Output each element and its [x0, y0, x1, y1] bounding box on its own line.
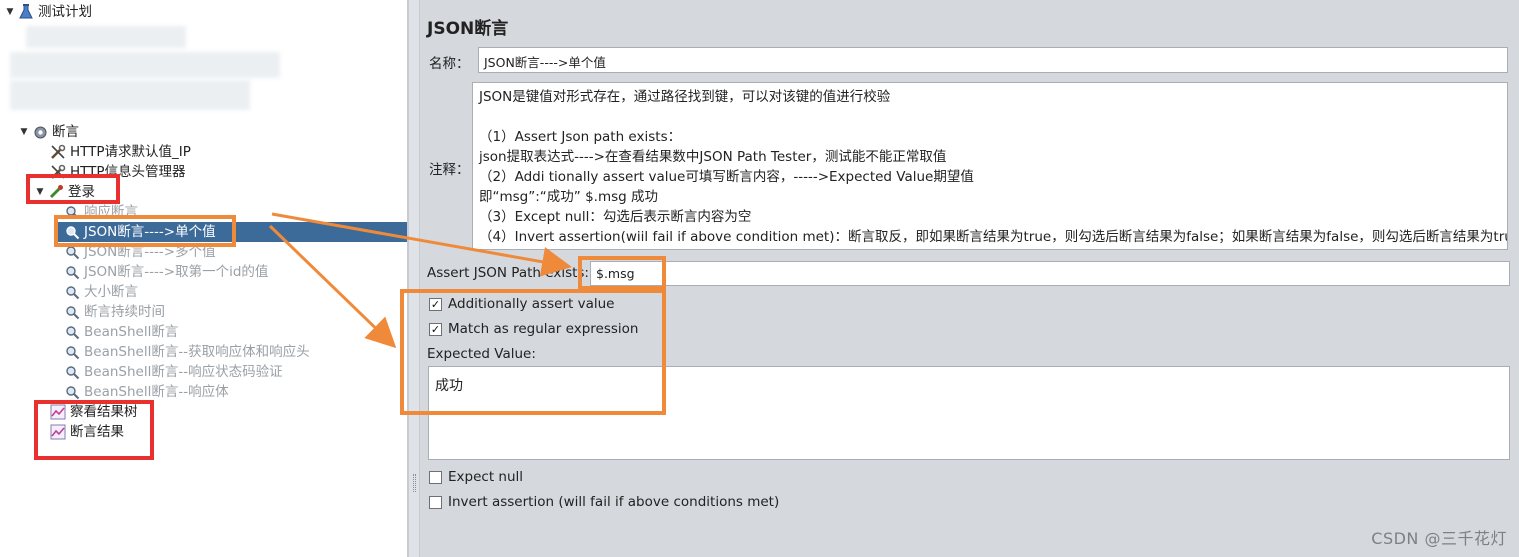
redacted-area [10, 52, 280, 78]
additionally-assert-checkbox[interactable]: ✓ Additionally assert value [429, 296, 614, 312]
magnifier-icon [64, 264, 80, 280]
tree-node-label: 大小断言 [84, 284, 138, 300]
wrench-icon [50, 164, 66, 180]
tree-node-label: 断言 [52, 124, 79, 140]
comment-label: 注释： [429, 162, 470, 178]
magnifier-icon [64, 384, 80, 400]
expected-value-text: 成功 [435, 378, 463, 394]
redacted-area [10, 80, 250, 110]
tree-node-label: 断言持续时间 [84, 304, 165, 320]
tree-node-beanshell-body-header[interactable]: BeanShell断言--获取响应体和响应头 [64, 342, 310, 362]
checkbox-unchecked-icon[interactable] [429, 495, 442, 509]
name-field[interactable]: JSON断言---->单个值 [478, 47, 1508, 73]
magnifier-icon [64, 344, 80, 360]
tree-node-beanshell[interactable]: BeanShell断言 [64, 322, 178, 342]
comment-line: 即“msg”:“成功” $.msg 成功 [479, 189, 658, 205]
comment-line: （2）Addi tionally assert value可填写断言内容，---… [479, 169, 974, 185]
test-plan-tree[interactable]: ▼ 测试计划 ▼ 断言 HTTP请求默认值_IP HTTP信息头管理器 ▼ 登录 [0, 0, 408, 557]
tree-node-label: 响应断言 [84, 204, 138, 220]
name-label: 名称： [429, 56, 470, 72]
tree-node-label: JSON断言---->多个值 [84, 244, 216, 260]
tree-node-label: 察看结果树 [70, 404, 138, 420]
json-path-input[interactable]: $.msg [590, 261, 1510, 286]
tree-node-label: HTTP请求默认值_IP [70, 144, 191, 160]
comment-line: （1）Assert Json path exists： [479, 129, 682, 145]
tree-node-json-first-id[interactable]: JSON断言---->取第一个id的值 [64, 262, 268, 282]
tree-node-duration-assertion[interactable]: 断言持续时间 [64, 302, 165, 322]
name-field-value: JSON断言---->单个值 [484, 55, 606, 70]
tree-node-http-defaults[interactable]: HTTP请求默认值_IP [50, 142, 191, 162]
magnifier-icon [64, 364, 80, 380]
checkbox-label: Invert assertion (will fail if above con… [448, 494, 780, 510]
checkbox-label: Match as regular expression [448, 321, 639, 337]
tree-node-json-single-selected[interactable]: JSON断言---->单个值 [58, 222, 407, 242]
expected-value-label: Expected Value: [427, 346, 536, 362]
checkbox-checked-icon[interactable]: ✓ [429, 322, 442, 336]
graph-icon [50, 424, 66, 440]
tree-node-label: 断言结果 [70, 424, 124, 440]
magnifier-icon [64, 284, 80, 300]
comment-line [479, 107, 1501, 127]
comment-line: （3）Except null：勾选后表示断言内容为空 [479, 209, 752, 225]
expected-value-textarea[interactable]: 成功 [428, 366, 1510, 460]
tree-node-beanshell-status[interactable]: BeanShell断言--响应状态码验证 [64, 362, 283, 382]
comment-textarea[interactable]: JSON是键值对形式存在，通过路径找到键，可以对该键的值进行校验 （1）Asse… [472, 82, 1508, 250]
match-regex-checkbox[interactable]: ✓ Match as regular expression [429, 321, 638, 337]
expect-null-checkbox[interactable]: Expect null [429, 469, 523, 485]
json-path-value: $.msg [596, 266, 635, 281]
tree-node-label: BeanShell断言--获取响应体和响应头 [84, 344, 310, 360]
tree-node-label: BeanShell断言--响应状态码验证 [84, 364, 283, 380]
wrench-icon [50, 144, 66, 160]
magnifier-icon [64, 304, 80, 320]
pipette-icon [48, 184, 64, 200]
tree-node-label: 登录 [68, 184, 95, 200]
tree-node-header-manager[interactable]: HTTP信息头管理器 [50, 162, 186, 182]
magnifier-icon [64, 244, 80, 260]
checkbox-checked-icon[interactable]: ✓ [429, 297, 442, 311]
checkbox-unchecked-icon[interactable] [429, 470, 442, 484]
drag-handle-icon[interactable] [413, 474, 416, 492]
magnifier-icon [64, 204, 80, 220]
redacted-area [26, 26, 186, 48]
comment-line: json提取表达式---->在查看结果数中JSON Path Tester，测试… [479, 149, 947, 165]
comment-line: JSON是键值对形式存在，通过路径找到键，可以对该键的值进行校验 [479, 89, 891, 105]
tree-node-view-results-tree[interactable]: 察看结果树 [50, 402, 138, 422]
tree-node-assertions[interactable]: ▼ 断言 [18, 122, 79, 142]
magnifier-icon [64, 224, 80, 240]
invert-assertion-checkbox[interactable]: Invert assertion (will fail if above con… [429, 494, 779, 510]
flask-icon [18, 4, 34, 20]
tree-node-assertion-results[interactable]: 断言结果 [50, 422, 124, 442]
gear-icon [32, 124, 48, 140]
tree-node-label: HTTP信息头管理器 [70, 164, 186, 180]
checkbox-label: Additionally assert value [448, 296, 615, 312]
checkbox-label: Expect null [448, 469, 524, 485]
watermark: CSDN @三千花灯 [1371, 529, 1507, 548]
tree-node-label: JSON断言---->单个值 [84, 224, 216, 240]
tree-node-label: BeanShell断言--响应体 [84, 384, 229, 400]
tree-node-label: 测试计划 [38, 4, 92, 20]
tree-node-json-multi[interactable]: JSON断言---->多个值 [64, 242, 216, 262]
split-pane-divider[interactable] [408, 0, 420, 557]
tree-node-size-assertion[interactable]: 大小断言 [64, 282, 138, 302]
graph-icon [50, 404, 66, 420]
panel-title: JSON断言 [427, 19, 509, 39]
expand-toggle-icon[interactable]: ▼ [34, 182, 46, 202]
comment-line: （4）Invert assertion(wiil fail if above c… [479, 229, 1508, 245]
tree-node-login[interactable]: ▼ 登录 [34, 182, 95, 202]
tree-node-beanshell-body[interactable]: BeanShell断言--响应体 [64, 382, 229, 402]
json-assertion-panel: JSON断言 名称： JSON断言---->单个值 注释： JSON是键值对形式… [420, 0, 1519, 557]
tree-node-response-assertion[interactable]: 响应断言 [64, 202, 138, 222]
tree-node-label: BeanShell断言 [84, 324, 179, 340]
expand-toggle-icon[interactable]: ▼ [18, 122, 30, 142]
json-path-label: Assert JSON Path exists: [427, 265, 589, 281]
tree-node-test-plan[interactable]: ▼ 测试计划 [4, 2, 92, 22]
magnifier-icon [64, 324, 80, 340]
expand-toggle-icon[interactable]: ▼ [4, 2, 16, 22]
tree-node-label: JSON断言---->取第一个id的值 [84, 264, 269, 280]
